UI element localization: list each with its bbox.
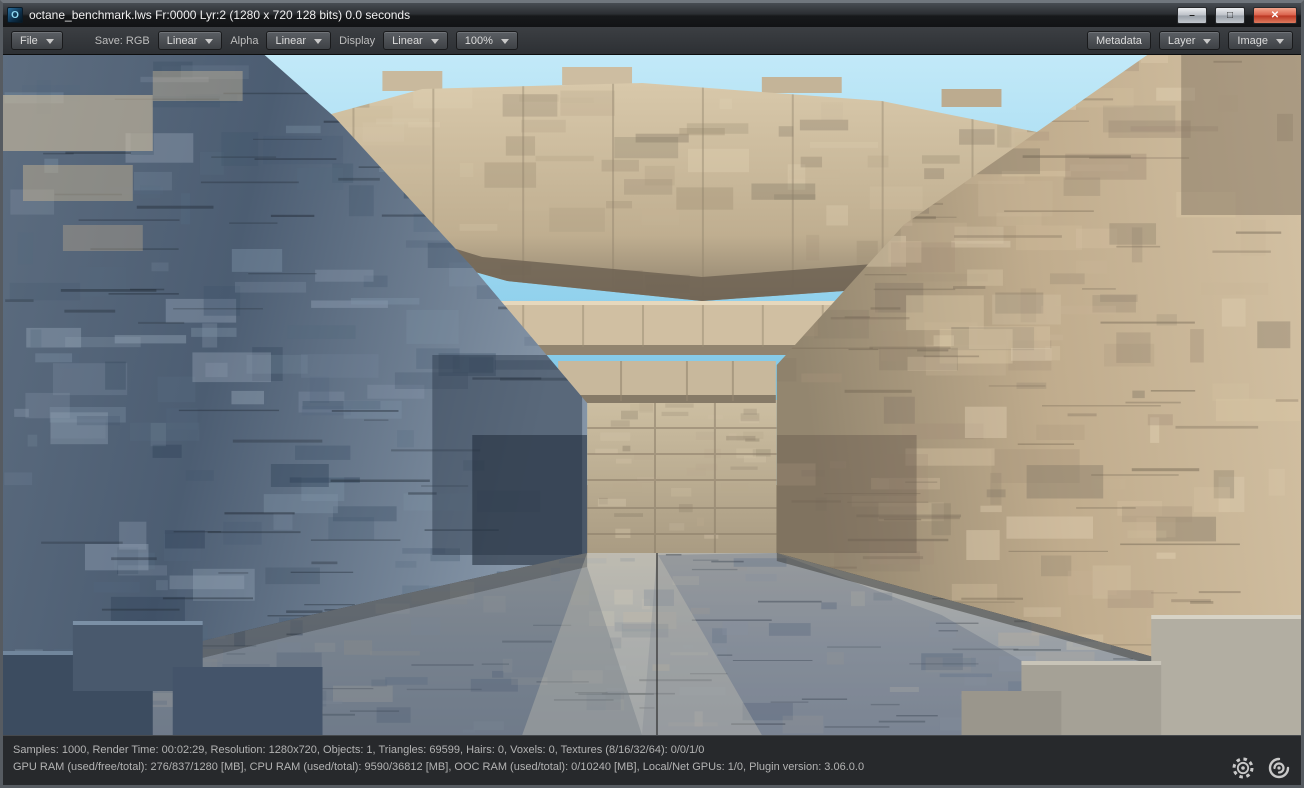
- file-dropdown-label: File: [20, 34, 38, 47]
- chevron-down-icon: [1203, 38, 1212, 48]
- image-dropdown[interactable]: Image: [1228, 31, 1293, 50]
- file-dropdown[interactable]: File: [11, 31, 63, 50]
- chevron-down-icon: [314, 38, 323, 48]
- octane-swirl-icon: [1268, 757, 1290, 779]
- alpha-colorspace-value: Linear: [275, 34, 307, 47]
- chevron-down-icon: [500, 38, 509, 48]
- alpha-label: Alpha: [230, 34, 259, 47]
- save-format-label: Save: RGB: [94, 34, 150, 47]
- save-colorspace-value: Linear: [166, 34, 198, 47]
- save-colorspace-dropdown[interactable]: Linear: [157, 31, 223, 50]
- zoom-value: 100%: [464, 34, 493, 47]
- toolbar: File Save: RGB Linear Alpha Linear Displ…: [3, 27, 1301, 55]
- status-line-2: GPU RAM (used/free/total): 276/837/1280 …: [13, 761, 865, 773]
- metadata-button-label: Metadata: [1096, 34, 1142, 47]
- render-viewport[interactable]: [3, 55, 1301, 735]
- status-line-1: Samples: 1000, Render Time: 00:02:29, Re…: [13, 744, 705, 756]
- render-window: O octane_benchmark.lws Fr:0000 Lyr:2 (12…: [0, 0, 1304, 788]
- chevron-down-icon: [1276, 38, 1284, 48]
- zoom-dropdown[interactable]: 100%: [455, 31, 518, 50]
- display-label: Display: [339, 34, 376, 47]
- titlebar[interactable]: O octane_benchmark.lws Fr:0000 Lyr:2 (12…: [3, 3, 1301, 27]
- app-icon: O: [7, 7, 23, 23]
- image-dropdown-label: Image: [1237, 34, 1268, 47]
- layer-dropdown[interactable]: Layer: [1158, 31, 1221, 50]
- display-colorspace-dropdown[interactable]: Linear: [383, 31, 448, 50]
- display-colorspace-value: Linear: [392, 34, 423, 47]
- window-title: octane_benchmark.lws Fr:0000 Lyr:2 (1280…: [29, 8, 411, 22]
- chevron-down-icon: [430, 38, 439, 48]
- metadata-button[interactable]: Metadata: [1087, 31, 1151, 50]
- render-image[interactable]: [3, 55, 1301, 735]
- statusbar: Samples: 1000, Render Time: 00:02:29, Re…: [3, 735, 1301, 785]
- chevron-down-icon: [205, 38, 214, 48]
- close-button[interactable]: ✕: [1253, 6, 1297, 24]
- chevron-down-icon: [45, 38, 54, 48]
- status-logos: [1231, 756, 1291, 780]
- minimize-button[interactable]: –: [1177, 6, 1207, 24]
- alpha-colorspace-dropdown[interactable]: Linear: [266, 31, 332, 50]
- layer-dropdown-label: Layer: [1167, 34, 1196, 47]
- octane-gear-icon: [1232, 757, 1254, 779]
- maximize-button[interactable]: □: [1215, 6, 1245, 24]
